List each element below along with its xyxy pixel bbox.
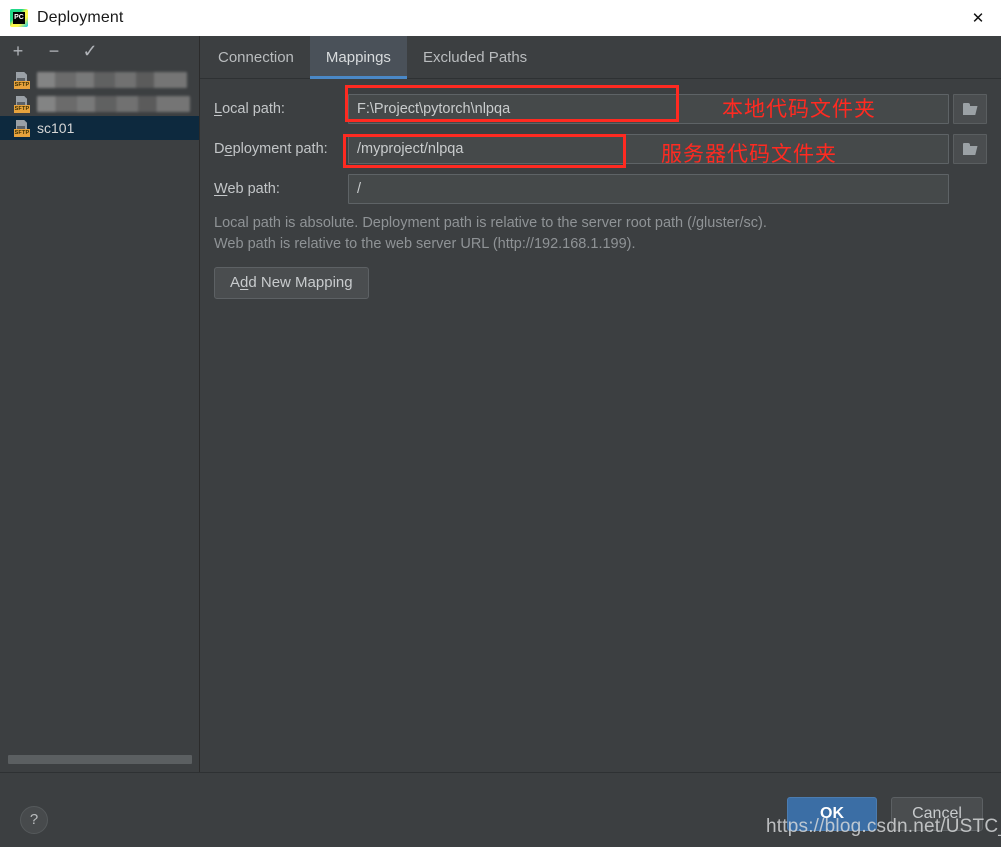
tab-mappings[interactable]: Mappings — [309, 36, 407, 79]
web-path-mnemonic: W — [214, 181, 228, 197]
folder-icon — [962, 143, 978, 155]
deployment-path-label: Deployment path: — [214, 141, 348, 157]
pycharm-icon: PC — [10, 9, 28, 27]
local-path-browse-button[interactable] — [953, 94, 987, 124]
server-list: SFTP SFTP SFTP sc101 — [0, 68, 199, 140]
folder-icon — [962, 103, 978, 115]
title-bar: PC Deployment ✕ — [0, 0, 1001, 36]
add-mapping-post: d New Mapping — [248, 274, 353, 291]
add-new-mapping-button[interactable]: Add New Mapping — [214, 267, 369, 299]
sftp-server-icon: SFTP — [14, 119, 31, 137]
deployment-path-mnemonic: e — [224, 141, 233, 157]
sftp-tag-label: SFTP — [14, 80, 30, 89]
redacted-server-name — [37, 96, 190, 112]
local-path-label: Local path: — [214, 101, 348, 117]
add-mapping-pre: A — [230, 274, 241, 291]
server-name-label: sc101 — [37, 120, 75, 136]
deployment-path-row: Deployment path: — [214, 133, 987, 165]
deployment-path-input[interactable] — [348, 134, 949, 164]
web-path-label: Web path: — [214, 181, 348, 197]
web-path-input[interactable] — [348, 174, 949, 204]
help-button[interactable]: ? — [20, 806, 48, 834]
deployment-path-label-pre: D — [214, 141, 225, 157]
deployment-dialog: PC Deployment ✕ + − ✓ SFTP SFTP SFTP sc1… — [0, 0, 1001, 847]
close-icon[interactable]: ✕ — [955, 0, 1001, 36]
web-path-browse-spacer — [953, 174, 987, 204]
server-list-toolbar: + − ✓ — [0, 36, 199, 66]
local-path-annotation-text: 本地代码文件夹 — [722, 97, 876, 121]
mappings-form: Local path: Deployment path: — [200, 79, 1001, 299]
deployment-path-annotation-text: 服务器代码文件夹 — [661, 142, 837, 166]
sftp-server-icon: SFTP — [14, 71, 31, 89]
sftp-server-icon: SFTP — [14, 95, 31, 113]
tab-bar: Connection Mappings Excluded Paths — [200, 36, 1001, 79]
web-path-label-text: eb path: — [227, 181, 280, 197]
redacted-server-name — [37, 72, 187, 88]
mappings-hint: Local path is absolute. Deployment path … — [214, 213, 987, 255]
set-default-server-icon[interactable]: ✓ — [80, 41, 100, 61]
sftp-tag-label: SFTP — [14, 104, 30, 113]
horizontal-scrollbar[interactable] — [8, 755, 192, 764]
hint-line-2: Web path is relative to the web server U… — [214, 236, 636, 252]
local-path-label-text: ocal path: — [222, 101, 285, 117]
web-path-row: Web path: — [214, 173, 987, 205]
deployment-path-label-text: ployment path: — [232, 141, 328, 157]
main-panel: Connection Mappings Excluded Paths Local… — [200, 36, 1001, 772]
add-server-icon[interactable]: + — [8, 41, 28, 61]
list-item[interactable]: SFTP — [0, 68, 199, 92]
list-item[interactable]: SFTP — [0, 92, 199, 116]
sidebar-item-sc101[interactable]: SFTP sc101 — [0, 116, 199, 140]
watermark-text: https://blog.csdn.net/USTC_SC — [766, 816, 1001, 837]
tab-excluded-paths[interactable]: Excluded Paths — [407, 36, 543, 78]
server-list-panel: + − ✓ SFTP SFTP SFTP sc101 — [0, 36, 200, 772]
sftp-tag-label: SFTP — [14, 128, 30, 137]
tab-connection[interactable]: Connection — [202, 36, 310, 78]
local-path-mnemonic: L — [214, 101, 223, 117]
deployment-path-browse-button[interactable] — [953, 134, 987, 164]
window-title: Deployment — [37, 9, 124, 26]
remove-server-icon[interactable]: − — [44, 41, 64, 61]
hint-line-1: Local path is absolute. Deployment path … — [214, 215, 767, 231]
